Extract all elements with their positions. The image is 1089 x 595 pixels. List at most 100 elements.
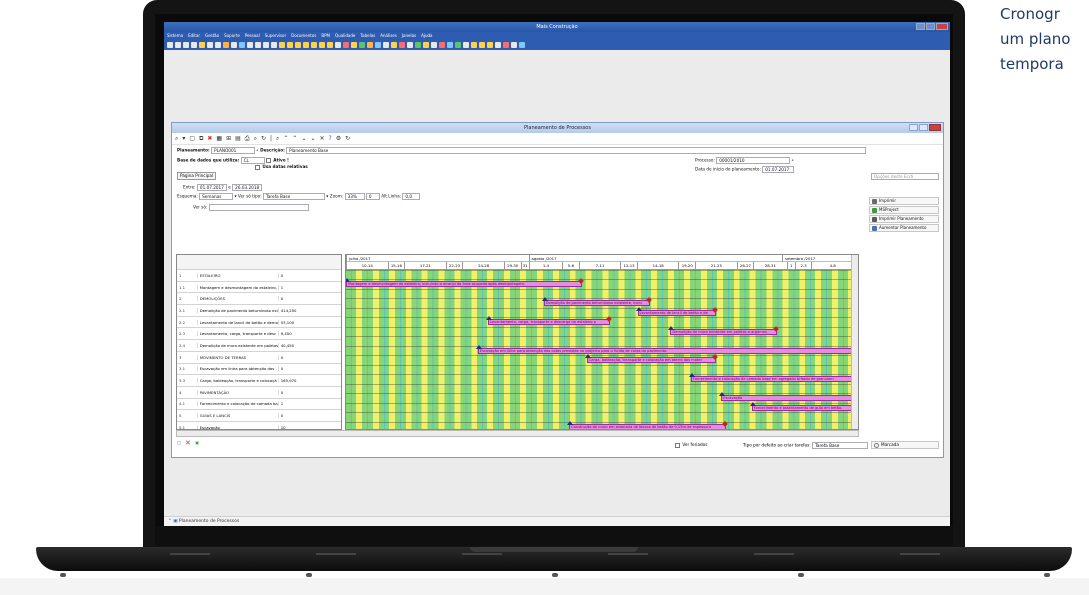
base-field[interactable]: CL (240, 157, 265, 164)
processo-field[interactable]: 00001/2010 (716, 157, 791, 164)
table-row[interactable]: 1 ESTALEIRO 0 (177, 270, 341, 282)
menu-item-7[interactable]: BPM (321, 32, 330, 40)
maximize-button[interactable] (926, 23, 935, 30)
tipo-defeito-select[interactable]: Tarefa Base (812, 442, 869, 449)
menu-item-10[interactable]: Análises (380, 32, 397, 40)
descricao-field[interactable]: Planeamento Base (286, 147, 867, 154)
chevron-down-icon[interactable]: ▾ (326, 194, 328, 199)
entre-to-field[interactable]: 26.03.2018 (232, 184, 263, 191)
toolbar-icon[interactable] (223, 42, 229, 48)
esquema-select[interactable]: Semanas (199, 193, 234, 200)
add-task-icon[interactable]: ▢ (177, 440, 181, 445)
menu-item-4[interactable]: Pessoal (245, 32, 260, 40)
toolbar-icon[interactable] (295, 42, 301, 48)
reload-icon[interactable]: ↻ (345, 135, 350, 142)
gantt-start-marker-icon[interactable] (584, 354, 591, 359)
toolbar-icon[interactable] (303, 42, 309, 48)
table-row[interactable]: 3.1 Escavação em linha para obtenção das 0 (177, 364, 341, 376)
menu-item-6[interactable]: Documentos (291, 32, 316, 40)
grid-icon[interactable]: ▦ (216, 135, 222, 142)
toolbar-icon[interactable] (351, 42, 357, 48)
zoom-icon[interactable]: ⌕ (276, 135, 279, 143)
toolbar-icon[interactable] (335, 42, 341, 48)
toolbar-icon[interactable] (407, 42, 413, 48)
down-icon[interactable]: ⌄ (301, 135, 306, 142)
toolbar-icon[interactable] (383, 42, 389, 48)
collapse-icon[interactable]: ⌃ (168, 519, 172, 524)
minimize-button[interactable] (916, 23, 925, 30)
toolbar-icon[interactable] (359, 42, 365, 48)
toolbar-icon[interactable] (279, 42, 285, 48)
menu-item-0[interactable]: Sistema (167, 32, 183, 40)
toolbar-icon[interactable] (191, 42, 197, 48)
new-icon[interactable]: ▢ (189, 135, 195, 142)
toolbar-icon[interactable] (287, 42, 293, 48)
menu-item-2[interactable]: Gestão (205, 32, 219, 40)
gantt-bar[interactable]: Construção de muro em alvenaria de bloco… (569, 423, 727, 429)
datas-relativas-checkbox[interactable] (255, 164, 260, 170)
child-maximize-button[interactable] (919, 124, 928, 131)
close-button[interactable] (936, 23, 948, 30)
toolbar-icon[interactable] (495, 42, 501, 48)
gantt-bar[interactable]: Escavação (721, 395, 853, 402)
up-icon[interactable]: ⌃ (283, 135, 288, 142)
table-row[interactable]: 2.2 Levantamento de lancil de betão e dem… (177, 317, 341, 329)
table-row[interactable]: 4 PAVIMENTAÇÃO 0 (177, 387, 341, 399)
table-row[interactable]: 5.1 Escavação 10 (177, 422, 341, 429)
delete-icon[interactable]: ✖ (207, 135, 212, 142)
menu-item-3[interactable]: Suporte (224, 32, 240, 40)
toolbar-icon[interactable] (199, 42, 205, 48)
toolbar-icon[interactable] (519, 42, 525, 48)
gantt-start-marker-icon[interactable] (635, 306, 642, 311)
first-icon[interactable]: ⌃ (292, 135, 297, 142)
side-action-0[interactable]: Imprimir (869, 197, 939, 205)
toolbar-icon[interactable] (399, 42, 405, 48)
search-icon[interactable]: ⌕ (256, 148, 258, 153)
ativo-checkbox[interactable] (265, 158, 271, 163)
toolbar-icon[interactable] (239, 42, 245, 48)
gantt-start-marker-icon[interactable] (688, 373, 695, 378)
gantt-vertical-scrollbar[interactable] (851, 255, 858, 429)
table-row[interactable]: 2.3 Levantamento, carga, transporte e des… (177, 328, 341, 341)
toolbar-icon[interactable] (391, 42, 397, 48)
gantt-start-marker-icon[interactable] (485, 316, 492, 321)
settings-icon[interactable]: ⚙ (336, 135, 341, 142)
menu-item-8[interactable]: Qualidade (335, 32, 355, 40)
toolbar-icon[interactable] (415, 42, 421, 48)
copy-icon[interactable]: ⧉ (199, 135, 203, 143)
toolbar-icon[interactable] (271, 42, 277, 48)
toolbar-icon[interactable] (439, 42, 445, 48)
horizontal-scrollbar[interactable] (176, 430, 859, 437)
menu-item-12[interactable]: Ajuda (421, 32, 432, 40)
menu-item-5[interactable]: Supervisor (265, 32, 286, 40)
toolbar-icon[interactable] (455, 42, 461, 48)
zoom-select[interactable]: 33% (344, 193, 365, 200)
search-icon[interactable]: ⌕ (175, 135, 178, 143)
gantt-start-marker-icon[interactable] (567, 420, 574, 425)
toolbar-icon[interactable] (231, 42, 237, 48)
gantt-bar[interactable]: Levantamento, carga, transporte e descar… (487, 319, 610, 326)
toolbar-icon[interactable] (167, 42, 173, 48)
toolbar-icon[interactable] (463, 42, 469, 48)
gantt-start-marker-icon[interactable] (668, 325, 675, 330)
print-icon[interactable]: ⎙ (245, 135, 250, 143)
table-row[interactable]: 3.3 Carga, baldeação, transporte e coloca… (177, 375, 341, 387)
toolbar-icon[interactable] (487, 42, 493, 48)
menu-item-11[interactable]: Janelas (402, 32, 416, 40)
zoom-stepper[interactable]: 0 (365, 193, 380, 200)
planeamento-field[interactable]: PLANO001 (211, 147, 256, 154)
gantt-bar[interactable]: Escavação em linha para obtenção das cot… (477, 347, 853, 354)
gantt-start-marker-icon[interactable] (346, 278, 350, 283)
child-minimize-button[interactable] (909, 124, 918, 131)
last-icon[interactable]: ⌄ (310, 135, 315, 142)
gantt-bar[interactable]: Carga, baldeação, transporte e colocação… (586, 357, 717, 364)
calendar-icon[interactable]: ▤ (235, 135, 241, 142)
table-row[interactable]: 2.4 Demolição de muro existente em paleta… (177, 340, 341, 352)
chevron-down-icon[interactable]: ▾ (234, 194, 236, 199)
toolbar-icon[interactable] (207, 42, 213, 48)
side-action-3[interactable]: Aumentar Planeamento (869, 224, 939, 232)
side-action-2[interactable]: Imprimir Planeamento (869, 215, 939, 223)
save-task-icon[interactable]: ▣ (195, 440, 199, 445)
window-tab-label[interactable]: Planeamento de Processos (179, 519, 239, 524)
menu-item-1[interactable]: Editar (188, 32, 200, 40)
